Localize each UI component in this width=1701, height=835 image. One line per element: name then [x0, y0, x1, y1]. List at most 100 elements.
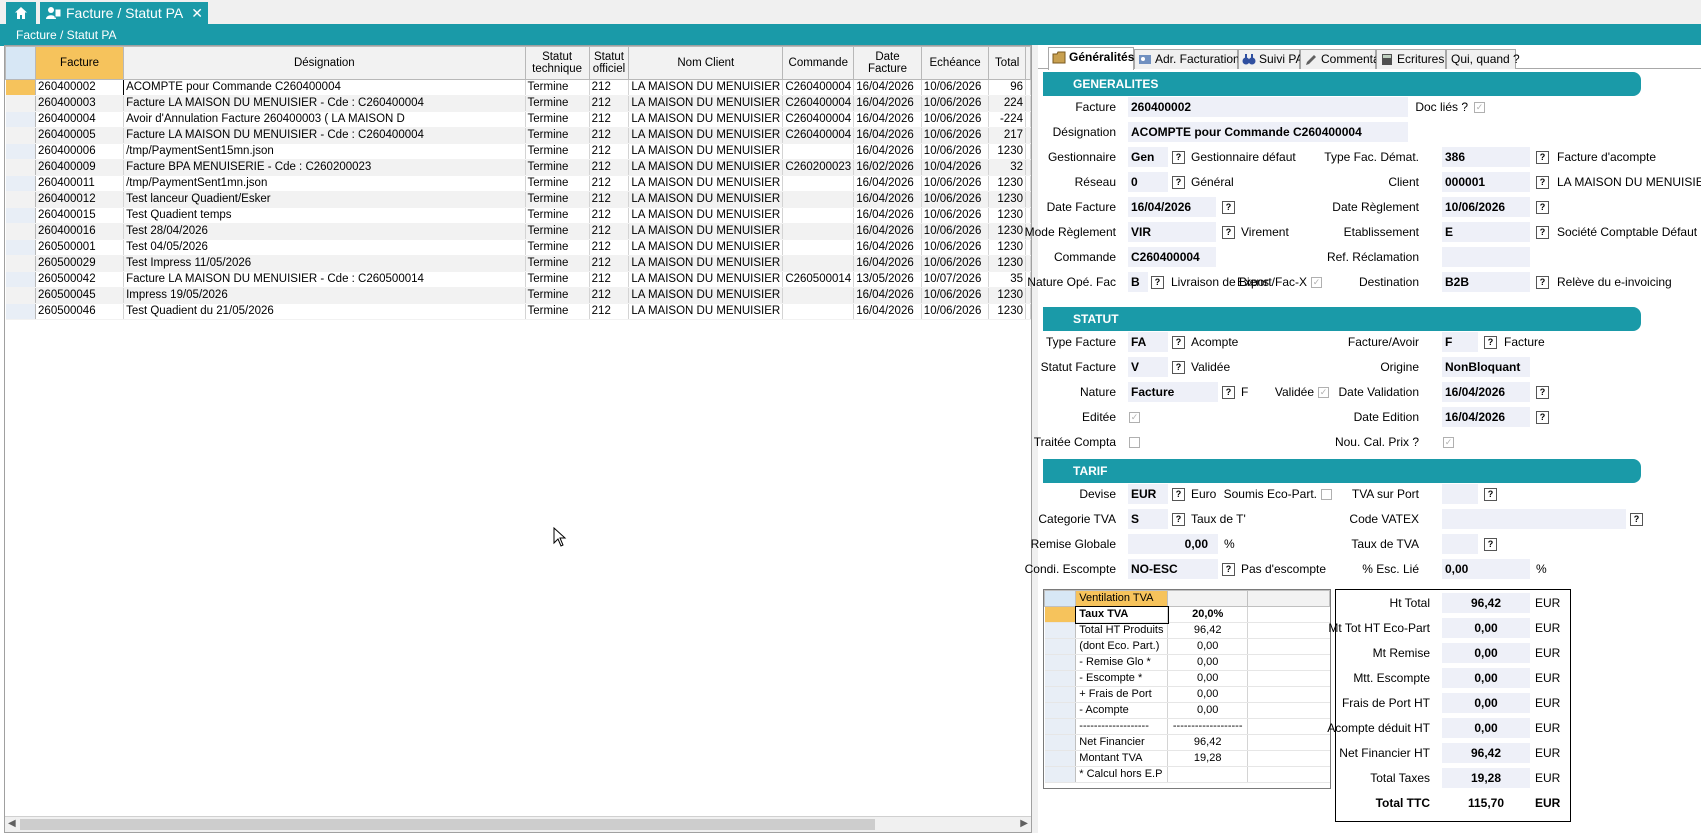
table-cell[interactable]: 212 [589, 207, 630, 224]
table-cell[interactable]: 260400006 [35, 143, 125, 160]
table-row[interactable]: 260500029 Test Impress 11/05/2026 Termine 2… [5, 255, 1031, 272]
table-cell[interactable]: 16/04/2026 [853, 95, 922, 112]
tva-port-field[interactable] [1442, 484, 1478, 504]
table-cell[interactable]: Impress 19/05/2026 [123, 287, 526, 304]
table-cell[interactable]: 96 [988, 79, 1026, 96]
table-cell[interactable]: Termine [525, 143, 590, 160]
nou-cal-prix-checkbox[interactable]: ✓ [1443, 437, 1454, 448]
table-cell[interactable]: Termine [525, 159, 590, 176]
row-header[interactable] [5, 271, 37, 288]
destination-field[interactable]: B2B [1442, 272, 1530, 292]
condi-escompte-field[interactable]: NO-ESC [1128, 559, 1218, 579]
table-row[interactable]: 260500045 Impress 19/05/2026 Termine 212 LA … [5, 287, 1031, 304]
row-header[interactable] [5, 111, 37, 128]
table-cell[interactable]: 10/06/2026 [921, 191, 990, 208]
table-cell[interactable]: 260400016 [35, 223, 125, 240]
table-cell[interactable]: Test lanceur Quadient/Esker [123, 191, 526, 208]
table-cell[interactable]: 10/06/2026 [921, 95, 990, 112]
destination-help-button[interactable]: ? [1536, 276, 1549, 289]
column-header[interactable]: Facture [35, 46, 125, 80]
table-cell[interactable]: LA MAISON DU MENUISIER [628, 191, 784, 208]
column-header[interactable]: Date Facture [853, 46, 922, 80]
table-row[interactable]: 260500046 Test Quadient du 21/05/2026 Term… [5, 303, 1031, 320]
table-cell[interactable]: Facture LA MAISON DU MENUISIER - Cde : C… [123, 95, 526, 112]
table-cell[interactable]: 212 [589, 95, 630, 112]
table-cell[interactable]: 212 [589, 239, 630, 256]
ventilation-row[interactable]: + Frais de Port 0,00 [1044, 686, 1330, 703]
table-cell[interactable]: 260500042 [35, 271, 125, 288]
table-cell[interactable]: 1230 [988, 223, 1026, 240]
table-cell[interactable]: LA MAISON DU MENUISIER [628, 127, 784, 144]
ventilation-row[interactable]: (dont Eco. Part.) 0,00 [1044, 638, 1330, 655]
table-cell[interactable]: 1230 [988, 175, 1026, 192]
type-facture-field[interactable]: FA [1128, 332, 1168, 352]
column-header[interactable]: Statut technique [524, 46, 590, 80]
table-cell[interactable]: 212 [589, 143, 630, 160]
table-cell[interactable]: Termine [525, 207, 590, 224]
row-header[interactable] [1044, 606, 1077, 623]
date-validation-field[interactable]: 16/04/2026 [1442, 382, 1530, 402]
table-cell[interactable]: Termine [525, 175, 590, 192]
table-row[interactable]: 260400005 Facture LA MAISON DU MENUISIER … [5, 127, 1031, 144]
table-cell[interactable]: 16/04/2026 [853, 175, 922, 192]
table-cell[interactable]: LA MAISON DU MENUISIER [628, 239, 784, 256]
table-row[interactable]: 260400012 Test lanceur Quadient/Esker Term… [5, 191, 1031, 208]
horizontal-scrollbar[interactable]: ◀ ▶ [5, 816, 1031, 832]
table-cell[interactable]: 10/04/2026 [921, 159, 990, 176]
row-header[interactable] [5, 287, 37, 304]
table-cell[interactable]: 224 [988, 95, 1026, 112]
statut-facture-help-button[interactable]: ? [1172, 361, 1185, 374]
row-header[interactable] [1044, 734, 1077, 751]
table-row[interactable]: 260400004 Avoir d'Annulation Facture 2604… [5, 111, 1031, 128]
table-cell[interactable]: 260400002 [35, 79, 125, 96]
traitee-compta-checkbox[interactable] [1129, 437, 1140, 448]
ventilation-row[interactable]: Montant TVA 19,28 [1044, 750, 1330, 767]
close-icon[interactable]: ✕ [191, 2, 203, 24]
table-cell[interactable]: 212 [589, 223, 630, 240]
row-header[interactable] [5, 79, 37, 96]
row-header[interactable] [5, 95, 37, 112]
table-cell[interactable]: Facture LA MAISON DU MENUISIER - Cde : C… [123, 271, 526, 288]
table-cell[interactable]: 260400004 [35, 111, 125, 128]
table-cell[interactable]: 10/06/2026 [921, 239, 990, 256]
facture-avoir-field[interactable]: F [1442, 332, 1478, 352]
row-header[interactable] [1044, 686, 1077, 703]
table-row[interactable]: 260400015 Test Quadient temps Termine 212 LA… [5, 207, 1031, 224]
table-cell[interactable]: 212 [589, 111, 630, 128]
row-header[interactable] [1044, 654, 1077, 671]
table-cell[interactable]: LA MAISON DU MENUISIER [628, 95, 784, 112]
table-cell[interactable]: 260500001 [35, 239, 125, 256]
column-header[interactable]: Echéance [920, 46, 990, 80]
etablissement-help-button[interactable]: ? [1536, 226, 1549, 239]
row-header[interactable] [5, 239, 37, 256]
reseau-field[interactable]: 0 [1128, 172, 1168, 192]
table-cell[interactable]: LA MAISON DU MENUISIER [628, 223, 784, 240]
taux-tva-field[interactable] [1442, 534, 1478, 554]
column-header[interactable]: Nom Client [628, 46, 784, 80]
tab-adr-facturation[interactable]: Adr. Facturation [1134, 49, 1240, 69]
table-cell[interactable]: 260400009 [35, 159, 125, 176]
tva-port-help-button[interactable]: ? [1484, 488, 1497, 501]
table-cell[interactable]: C260500014 [782, 271, 855, 288]
facture-avoir-help-button[interactable]: ? [1484, 336, 1497, 349]
gestionnaire-help-button[interactable]: ? [1172, 151, 1185, 164]
commande-field[interactable]: C260400004 [1128, 247, 1216, 267]
row-header[interactable] [5, 207, 37, 224]
tab-qui-quand[interactable]: Qui, quand ? [1446, 49, 1520, 69]
table-cell[interactable]: 10/07/2026 [921, 271, 990, 288]
table-cell[interactable]: LA MAISON DU MENUISIER [628, 175, 784, 192]
table-cell[interactable]: Facture BPA MENUISERIE - Cde : C26020002… [123, 159, 526, 176]
table-cell[interactable]: 16/04/2026 [853, 223, 922, 240]
soumis-eco-part-checkbox[interactable] [1321, 489, 1332, 500]
table-cell[interactable]: LA MAISON DU MENUISIER [628, 255, 784, 272]
table-row[interactable]: 260400002 ACOMPTE pour Commande C26040000… [5, 79, 1031, 96]
tab-facture-statut-pa[interactable]: Facture / Statut PA ✕ [40, 2, 208, 24]
row-header[interactable] [1044, 718, 1077, 735]
table-cell[interactable]: Test Impress 11/05/2026 [123, 255, 526, 272]
table-cell[interactable]: 1230 [988, 287, 1026, 304]
scrollbar-thumb[interactable] [20, 819, 875, 830]
editee-checkbox[interactable]: ✓ [1129, 412, 1140, 423]
row-header[interactable] [5, 223, 37, 240]
table-cell[interactable]: 16/04/2026 [853, 287, 922, 304]
table-cell[interactable]: 212 [589, 255, 630, 272]
